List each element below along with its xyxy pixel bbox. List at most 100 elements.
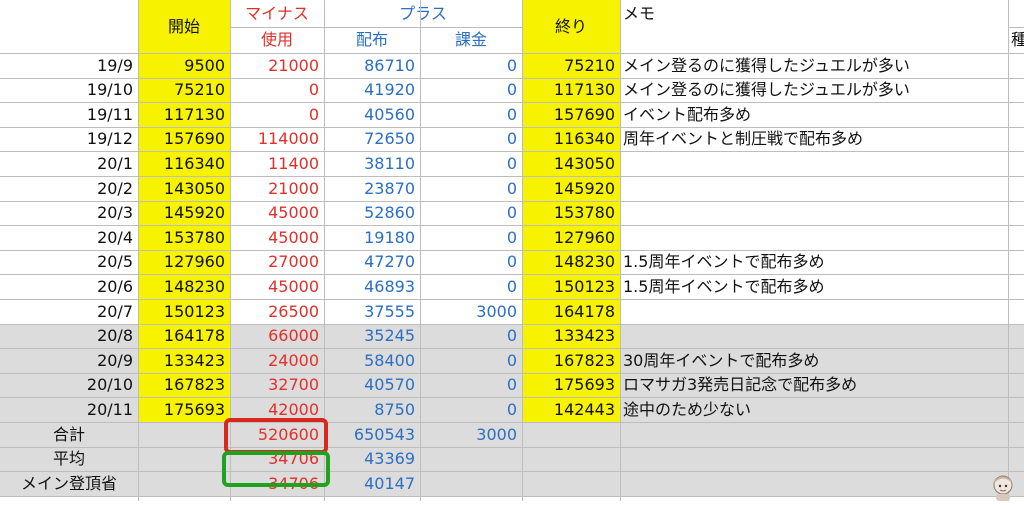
row-start: 9500 bbox=[138, 53, 230, 78]
header-plus: プラス bbox=[399, 3, 447, 23]
gridline bbox=[0, 373, 1024, 374]
gridline bbox=[0, 348, 1024, 349]
row-month: 20/1 bbox=[97, 153, 133, 173]
row-use: 0 bbox=[308, 80, 319, 99]
gridline bbox=[0, 447, 1024, 448]
row-month: 20/9 bbox=[97, 350, 133, 370]
row-use: 45000 bbox=[268, 227, 319, 247]
row-month: 20/5 bbox=[97, 252, 133, 271]
gridline bbox=[0, 151, 1024, 152]
channel-avatar-icon bbox=[990, 474, 1016, 501]
row-dist: 35245 bbox=[364, 326, 415, 345]
row-dist: 19180 bbox=[364, 227, 415, 247]
gridline bbox=[0, 225, 1024, 226]
row-start: 148230 bbox=[138, 274, 230, 299]
gridline bbox=[0, 471, 1024, 472]
summary-charge bbox=[420, 471, 522, 496]
header-charge: 課金 bbox=[454, 30, 487, 49]
row-memo bbox=[620, 151, 1008, 176]
gridline bbox=[1008, 27, 1024, 28]
gridline bbox=[0, 422, 1024, 423]
row-memo bbox=[620, 201, 1008, 225]
row-use: 21000 bbox=[268, 178, 319, 198]
row-end: 153780 bbox=[522, 201, 620, 225]
row-dist: 38110 bbox=[364, 153, 415, 173]
summary-charge bbox=[420, 447, 522, 471]
header-minus: マイナス bbox=[245, 3, 309, 23]
row-use: 32700 bbox=[268, 375, 319, 394]
row-memo: ロマサガ3発売日記念で配布多め bbox=[623, 375, 858, 394]
row-use: 26500 bbox=[268, 301, 319, 321]
row-start: 153780 bbox=[138, 225, 230, 250]
gridline bbox=[0, 250, 1024, 251]
row-memo bbox=[620, 324, 1008, 348]
row-month: 20/4 bbox=[97, 227, 133, 247]
row-charge: 0 bbox=[506, 375, 517, 394]
gridline bbox=[230, 27, 522, 28]
row-dist: 52860 bbox=[364, 203, 415, 222]
row-end: 175693 bbox=[522, 373, 620, 397]
row-start: 167823 bbox=[138, 373, 230, 397]
row-end: 133423 bbox=[522, 324, 620, 348]
row-end: 145920 bbox=[522, 176, 620, 201]
row-start: 157690 bbox=[138, 127, 230, 151]
row-charge: 0 bbox=[506, 153, 517, 173]
gridline bbox=[0, 201, 1024, 202]
row-use: 45000 bbox=[268, 203, 319, 222]
row-end: 127960 bbox=[522, 225, 620, 250]
row-end: 167823 bbox=[522, 348, 620, 373]
row-use: 45000 bbox=[268, 276, 319, 296]
row-month: 19/11 bbox=[86, 104, 133, 124]
row-dist: 47270 bbox=[364, 252, 415, 271]
row-end: 142443 bbox=[522, 397, 620, 422]
gridline bbox=[0, 397, 1024, 398]
row-dist: 40570 bbox=[364, 375, 415, 394]
row-dist: 58400 bbox=[364, 350, 415, 370]
spreadsheet: 開始 マイナス プラス 使用 配布 課金 終り メモ種 19/9 9500 21000 86710 0 7… bbox=[0, 0, 1024, 501]
row-memo: 途中のため少ない bbox=[623, 399, 752, 419]
row-start: 145920 bbox=[138, 201, 230, 225]
row-end: 117130 bbox=[522, 78, 620, 102]
row-month: 20/11 bbox=[86, 399, 133, 419]
row-use: 0 bbox=[308, 104, 319, 124]
row-use: 11400 bbox=[268, 153, 319, 173]
row-memo: 30周年イベントで配布多め bbox=[623, 350, 820, 370]
gridline bbox=[0, 127, 1024, 128]
header-partial: 種 bbox=[1011, 30, 1024, 49]
row-start: 175693 bbox=[138, 397, 230, 422]
row-memo: メイン登るのに獲得したジュエルが多い bbox=[623, 55, 910, 75]
row-use: 66000 bbox=[268, 326, 319, 345]
row-month: 20/7 bbox=[97, 301, 133, 321]
row-end: 116340 bbox=[522, 127, 620, 151]
row-dist: 72650 bbox=[364, 129, 415, 148]
row-month: 20/8 bbox=[97, 326, 133, 345]
row-memo: イベント配布多め bbox=[623, 104, 752, 124]
row-dist: 46893 bbox=[364, 276, 415, 296]
row-dist: 41920 bbox=[364, 80, 415, 99]
green-highlight-box bbox=[222, 451, 330, 487]
row-charge: 0 bbox=[506, 104, 517, 124]
summary-label: 平均 bbox=[52, 449, 85, 468]
row-memo: 1.5周年イベントで配布多め bbox=[623, 276, 825, 296]
row-charge: 0 bbox=[506, 55, 517, 75]
row-month: 20/2 bbox=[97, 178, 133, 198]
row-charge: 0 bbox=[506, 276, 517, 296]
row-charge: 0 bbox=[506, 399, 517, 419]
row-start: 133423 bbox=[138, 348, 230, 373]
summary-dist: 650543 bbox=[353, 424, 415, 444]
row-start: 127960 bbox=[138, 250, 230, 274]
row-charge: 0 bbox=[506, 129, 517, 148]
row-month: 20/3 bbox=[97, 203, 133, 222]
row-use: 21000 bbox=[268, 55, 319, 75]
row-end: 164178 bbox=[522, 299, 620, 324]
row-month: 19/12 bbox=[86, 129, 133, 148]
row-start: 150123 bbox=[138, 299, 230, 324]
row-memo bbox=[620, 299, 1008, 324]
row-start: 164178 bbox=[138, 324, 230, 348]
row-charge: 0 bbox=[506, 203, 517, 222]
row-dist: 23870 bbox=[364, 178, 415, 198]
row-use: 114000 bbox=[257, 129, 319, 148]
gridline bbox=[0, 274, 1024, 275]
header-end: 終り bbox=[522, 0, 620, 53]
gridline bbox=[0, 324, 1024, 325]
